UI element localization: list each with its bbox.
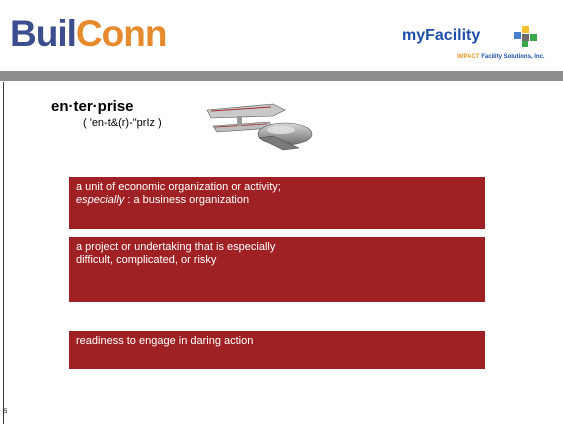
starship-image — [206, 103, 313, 151]
left-border-line — [3, 82, 4, 424]
definition-1-before: a unit of economic organization or activ… — [76, 181, 281, 193]
pronunciation: ( 'en-t&(r)-"prIz ) — [83, 117, 162, 129]
definition-1-emphasis: especially — [76, 194, 125, 206]
logo-text-buil: Buil — [10, 13, 77, 54]
definition-term: en·ter·prise — [51, 98, 134, 115]
colored-squares-icon — [514, 26, 540, 48]
slide: BuilConn myFacility IMPACT Facility Solu… — [0, 0, 563, 424]
logo-text-conn: Conn — [75, 13, 168, 54]
buildconn-logo: BuilConn — [10, 13, 168, 54]
definition-box-1: a unit of economic organization or activ… — [69, 177, 485, 229]
header-divider-bar — [0, 71, 563, 81]
myfacility-company-line: IMPACT Facility Solutions, Inc. — [457, 54, 545, 61]
definition-1-after: : a business organization — [124, 194, 250, 206]
definition-text-1: a unit of economic organization or activ… — [69, 177, 313, 211]
header: BuilConn myFacility IMPACT Facility Solu… — [0, 0, 563, 70]
definition-text-2: a project or undertaking that is especia… — [76, 241, 276, 266]
page-number: 5 — [4, 409, 8, 415]
impact-text: IMPACT — [457, 54, 480, 60]
definition-text-3: readiness to engage in daring action — [76, 335, 254, 347]
definition-box-3: readiness to engage in daring action — [69, 331, 485, 369]
definition-box-2: a project or undertaking that is especia… — [69, 237, 485, 302]
company-text: Facility Solutions, Inc. — [479, 54, 545, 60]
myfacility-logo: myFacility IMPACT Facility Solutions, In… — [402, 26, 552, 67]
myfacility-logo-text: myFacility — [402, 27, 481, 44]
